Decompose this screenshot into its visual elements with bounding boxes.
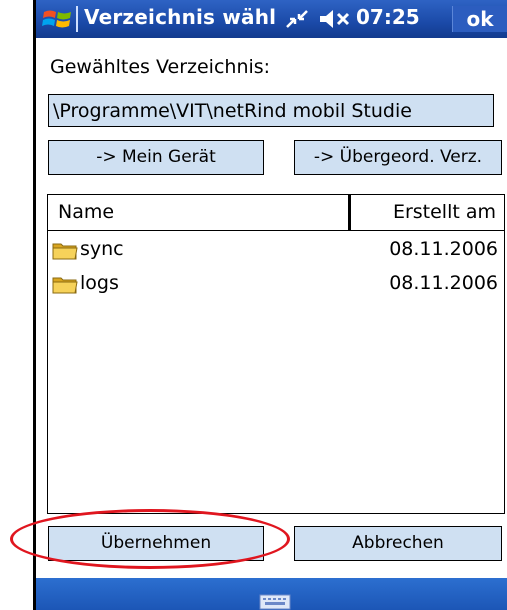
column-header-created[interactable]: Erstellt am	[352, 195, 502, 230]
list-item[interactable]: sync 08.11.2006	[48, 233, 504, 267]
parent-directory-button[interactable]: -> Übergeord. Verz.	[294, 140, 502, 175]
ok-button[interactable]: ok	[452, 6, 507, 32]
directory-list[interactable]: Name Erstellt am sync 08.11.2006 logs 08…	[47, 194, 505, 514]
folder-created-date: 08.11.2006	[389, 238, 498, 260]
folder-name: sync	[80, 238, 124, 260]
window-title: Verzeichnis wähle	[84, 5, 276, 29]
my-device-button[interactable]: -> Mein Gerät	[48, 140, 264, 175]
selected-directory-label: Gewähltes Verzeichnis:	[50, 56, 271, 78]
clock[interactable]: 07:25	[356, 5, 420, 29]
volume-muted-icon[interactable]	[318, 8, 358, 30]
title-bar: Verzeichnis wähle 07:25 ok	[36, 0, 507, 38]
taskbar	[36, 578, 507, 610]
column-header-name[interactable]: Name	[48, 195, 358, 230]
list-item[interactable]: logs 08.11.2006	[48, 267, 504, 301]
folder-created-date: 08.11.2006	[389, 272, 498, 294]
cancel-button[interactable]: Abbrechen	[294, 526, 502, 561]
list-header: Name Erstellt am	[48, 195, 504, 231]
folder-name: logs	[80, 272, 119, 294]
connectivity-icon[interactable]	[284, 7, 310, 31]
highlight-annotation	[10, 509, 290, 569]
folder-icon	[52, 243, 78, 260]
column-divider[interactable]	[348, 195, 351, 230]
windows-flag-icon[interactable]	[42, 6, 74, 32]
folder-icon	[52, 277, 78, 294]
keyboard-icon[interactable]	[259, 594, 291, 610]
selected-directory-field[interactable]: \Programme\VIT\netRind mobil Studie	[48, 94, 494, 127]
title-separator	[76, 6, 78, 32]
